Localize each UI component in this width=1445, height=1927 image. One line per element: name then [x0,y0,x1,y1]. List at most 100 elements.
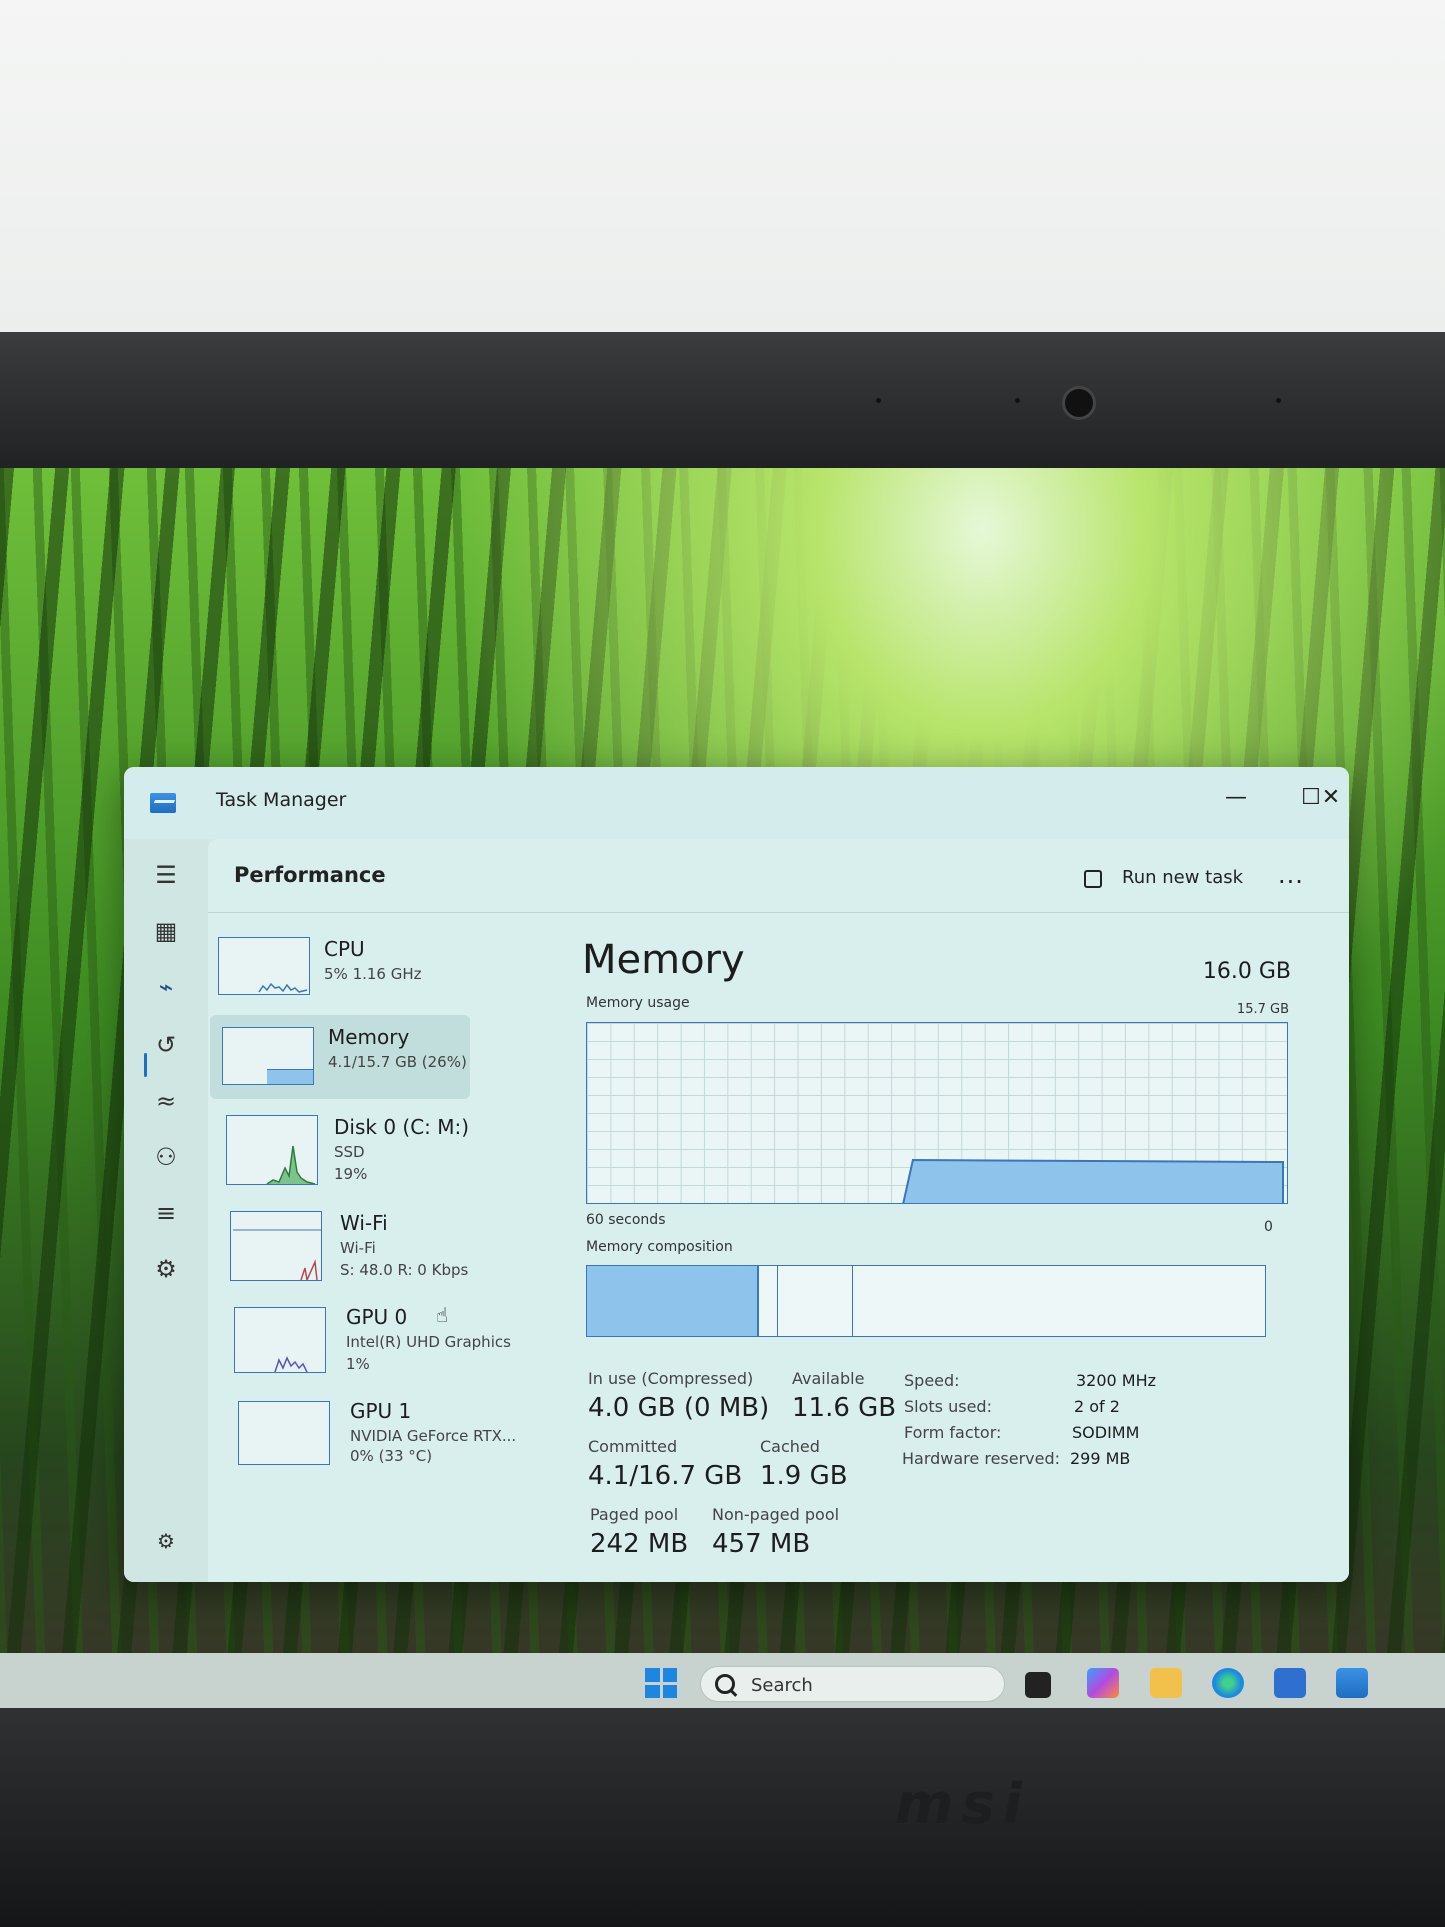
cpu-thumbnail-graph [218,937,310,995]
search-label: Search [751,1675,813,1696]
device-detail: 4.1/15.7 GB (26%) [328,1053,467,1071]
app-history-icon[interactable]: ↺ [150,1031,182,1059]
non-paged-pool-value: 457 MB [712,1529,811,1559]
memory-thumb-fill [267,1069,313,1084]
hamburger-menu-icon[interactable]: ☰ [150,861,182,889]
spec-key-hardware-reserved: Hardware reserved: [902,1449,1061,1468]
copilot-icon[interactable] [1087,1668,1119,1698]
divider [208,912,1349,913]
laptop-bezel-top [0,332,1445,472]
available-label: Available [792,1369,865,1388]
spec-value-speed: 3200 MHz [1076,1371,1157,1390]
device-detail: Intel(R) UHD Graphics [346,1333,511,1351]
startup-apps-icon[interactable]: ≈ [150,1087,182,1115]
settings-icon[interactable]: ⚙ [150,1529,182,1553]
composition-in-use[interactable] [587,1266,759,1336]
device-name: Memory [328,1025,410,1049]
device-name: GPU 1 [350,1399,412,1423]
device-detail-2: 0% (33 °C) [350,1447,433,1465]
device-item-memory[interactable]: Memory 4.1/15.7 GB (26%) ☝ [210,1015,470,1327]
composition-modified[interactable] [757,1266,779,1336]
sidebar: ☰ ▦ ⌁ ↺ ≈ ⚇ ≡ ⚙ ⚙ [124,839,208,1582]
task-manager-app-icon [150,793,176,813]
composition-standby[interactable] [777,1266,854,1336]
close-button[interactable]: ✕ [1309,785,1349,810]
title-bar[interactable]: Task Manager — ☐ ✕ [124,767,1349,839]
paged-pool-label: Paged pool [590,1505,679,1524]
users-icon[interactable]: ⚇ [150,1143,182,1171]
task-view-icon[interactable] [1025,1672,1051,1698]
graph-time-right-label: 0 [1264,1219,1273,1235]
spec-value-slots: 2 of 2 [1074,1397,1120,1416]
memory-usage-graph [586,1022,1288,1204]
spec-key-slots: Slots used: [904,1397,992,1416]
memory-usage-plot [902,1159,1284,1203]
sensor-dot [1276,398,1281,403]
webcam [1062,386,1096,420]
disk-thumbnail-graph [226,1115,318,1185]
device-item-wifi[interactable]: Wi-Fi Wi-Fi S: 48.0 R: 0 Kbps [210,1201,470,1285]
device-detail-2: 1% [346,1355,370,1373]
in-use-value: 4.0 GB (0 MB) [588,1393,770,1423]
minimize-button[interactable]: — [1214,785,1258,810]
committed-label: Committed [588,1437,678,1456]
non-paged-pool-label: Non-paged pool [712,1505,840,1524]
device-detail: NVIDIA GeForce RTX... [350,1427,517,1445]
cached-value: 1.9 GB [760,1461,848,1491]
memory-total: 16.0 GB [1202,959,1291,984]
device-detail: Wi-Fi [340,1239,376,1257]
device-detail: SSD [334,1143,365,1161]
memory-thumbnail-graph [222,1027,314,1085]
wall-background [0,0,1445,340]
device-detail: 5% 1.16 GHz [324,965,422,983]
cached-label: Cached [760,1437,820,1456]
in-use-label: In use (Compressed) [588,1369,754,1388]
memory-usage-area [902,1159,1284,1203]
services-icon[interactable]: ⚙ [150,1255,182,1283]
performance-icon[interactable]: ⌁ [150,973,182,1001]
processes-icon[interactable]: ▦ [150,917,182,945]
available-value: 11.6 GB [792,1393,897,1423]
details-icon[interactable]: ≡ [150,1199,182,1227]
sensor-dot [1015,398,1020,403]
task-manager-window: Task Manager — ☐ ✕ ☰ ▦ ⌁ ↺ ≈ ⚇ ≡ ⚙ ⚙ Per… [124,767,1349,1582]
run-new-task-icon [1084,870,1102,888]
microsoft-store-icon[interactable] [1274,1668,1306,1698]
device-name: Wi-Fi [340,1211,388,1235]
more-options-button[interactable]: ... [1278,861,1304,889]
window-title: Task Manager [216,789,347,811]
sensor-dot [876,398,881,403]
run-new-task-button[interactable]: Run new task [1122,867,1243,888]
active-indicator [144,1053,147,1077]
memory-usage-label: Memory usage [586,995,690,1011]
device-name: GPU 0 [346,1305,408,1329]
committed-value: 4.1/16.7 GB [588,1461,743,1491]
device-item-gpu0[interactable]: GPU 0 Intel(R) UHD Graphics 1% [210,1297,511,1381]
device-item-disk0[interactable]: Disk 0 (C: M:) SSD 19% [210,1105,470,1189]
spec-value-hardware-reserved: 299 MB [1070,1449,1131,1468]
device-detail-2: 19% [334,1165,368,1183]
memory-composition-label: Memory composition [586,1239,733,1255]
gpu0-thumbnail-graph [234,1307,326,1373]
device-name: Disk 0 (C: M:) [334,1115,470,1139]
wifi-thumbnail-graph [230,1211,322,1281]
task-manager-taskbar-icon[interactable] [1336,1668,1368,1698]
page-title: Performance [234,863,386,887]
memory-heading: Memory [582,937,745,983]
edge-browser-icon[interactable] [1212,1668,1244,1698]
file-explorer-icon[interactable] [1150,1668,1182,1698]
spec-key-speed: Speed: [904,1371,960,1390]
laptop-lower-bezel [0,1708,1445,1927]
graph-time-left-label: 60 seconds [586,1212,666,1228]
msi-logo: msi [895,1772,1030,1837]
device-item-cpu[interactable]: CPU 5% 1.16 GHz [210,927,470,1011]
taskbar-search-box[interactable]: Search [700,1666,1005,1702]
spec-key-form-factor: Form factor: [904,1423,1002,1442]
paged-pool-value: 242 MB [590,1529,689,1559]
search-icon [715,1674,735,1694]
memory-usage-max: 15.7 GB [1236,1002,1289,1017]
start-button-windows-icon[interactable] [645,1668,677,1698]
device-name: CPU [324,937,365,961]
memory-composition-bar [586,1265,1266,1337]
device-item-gpu1[interactable]: GPU 1 NVIDIA GeForce RTX... 0% (33 °C) [210,1391,516,1475]
